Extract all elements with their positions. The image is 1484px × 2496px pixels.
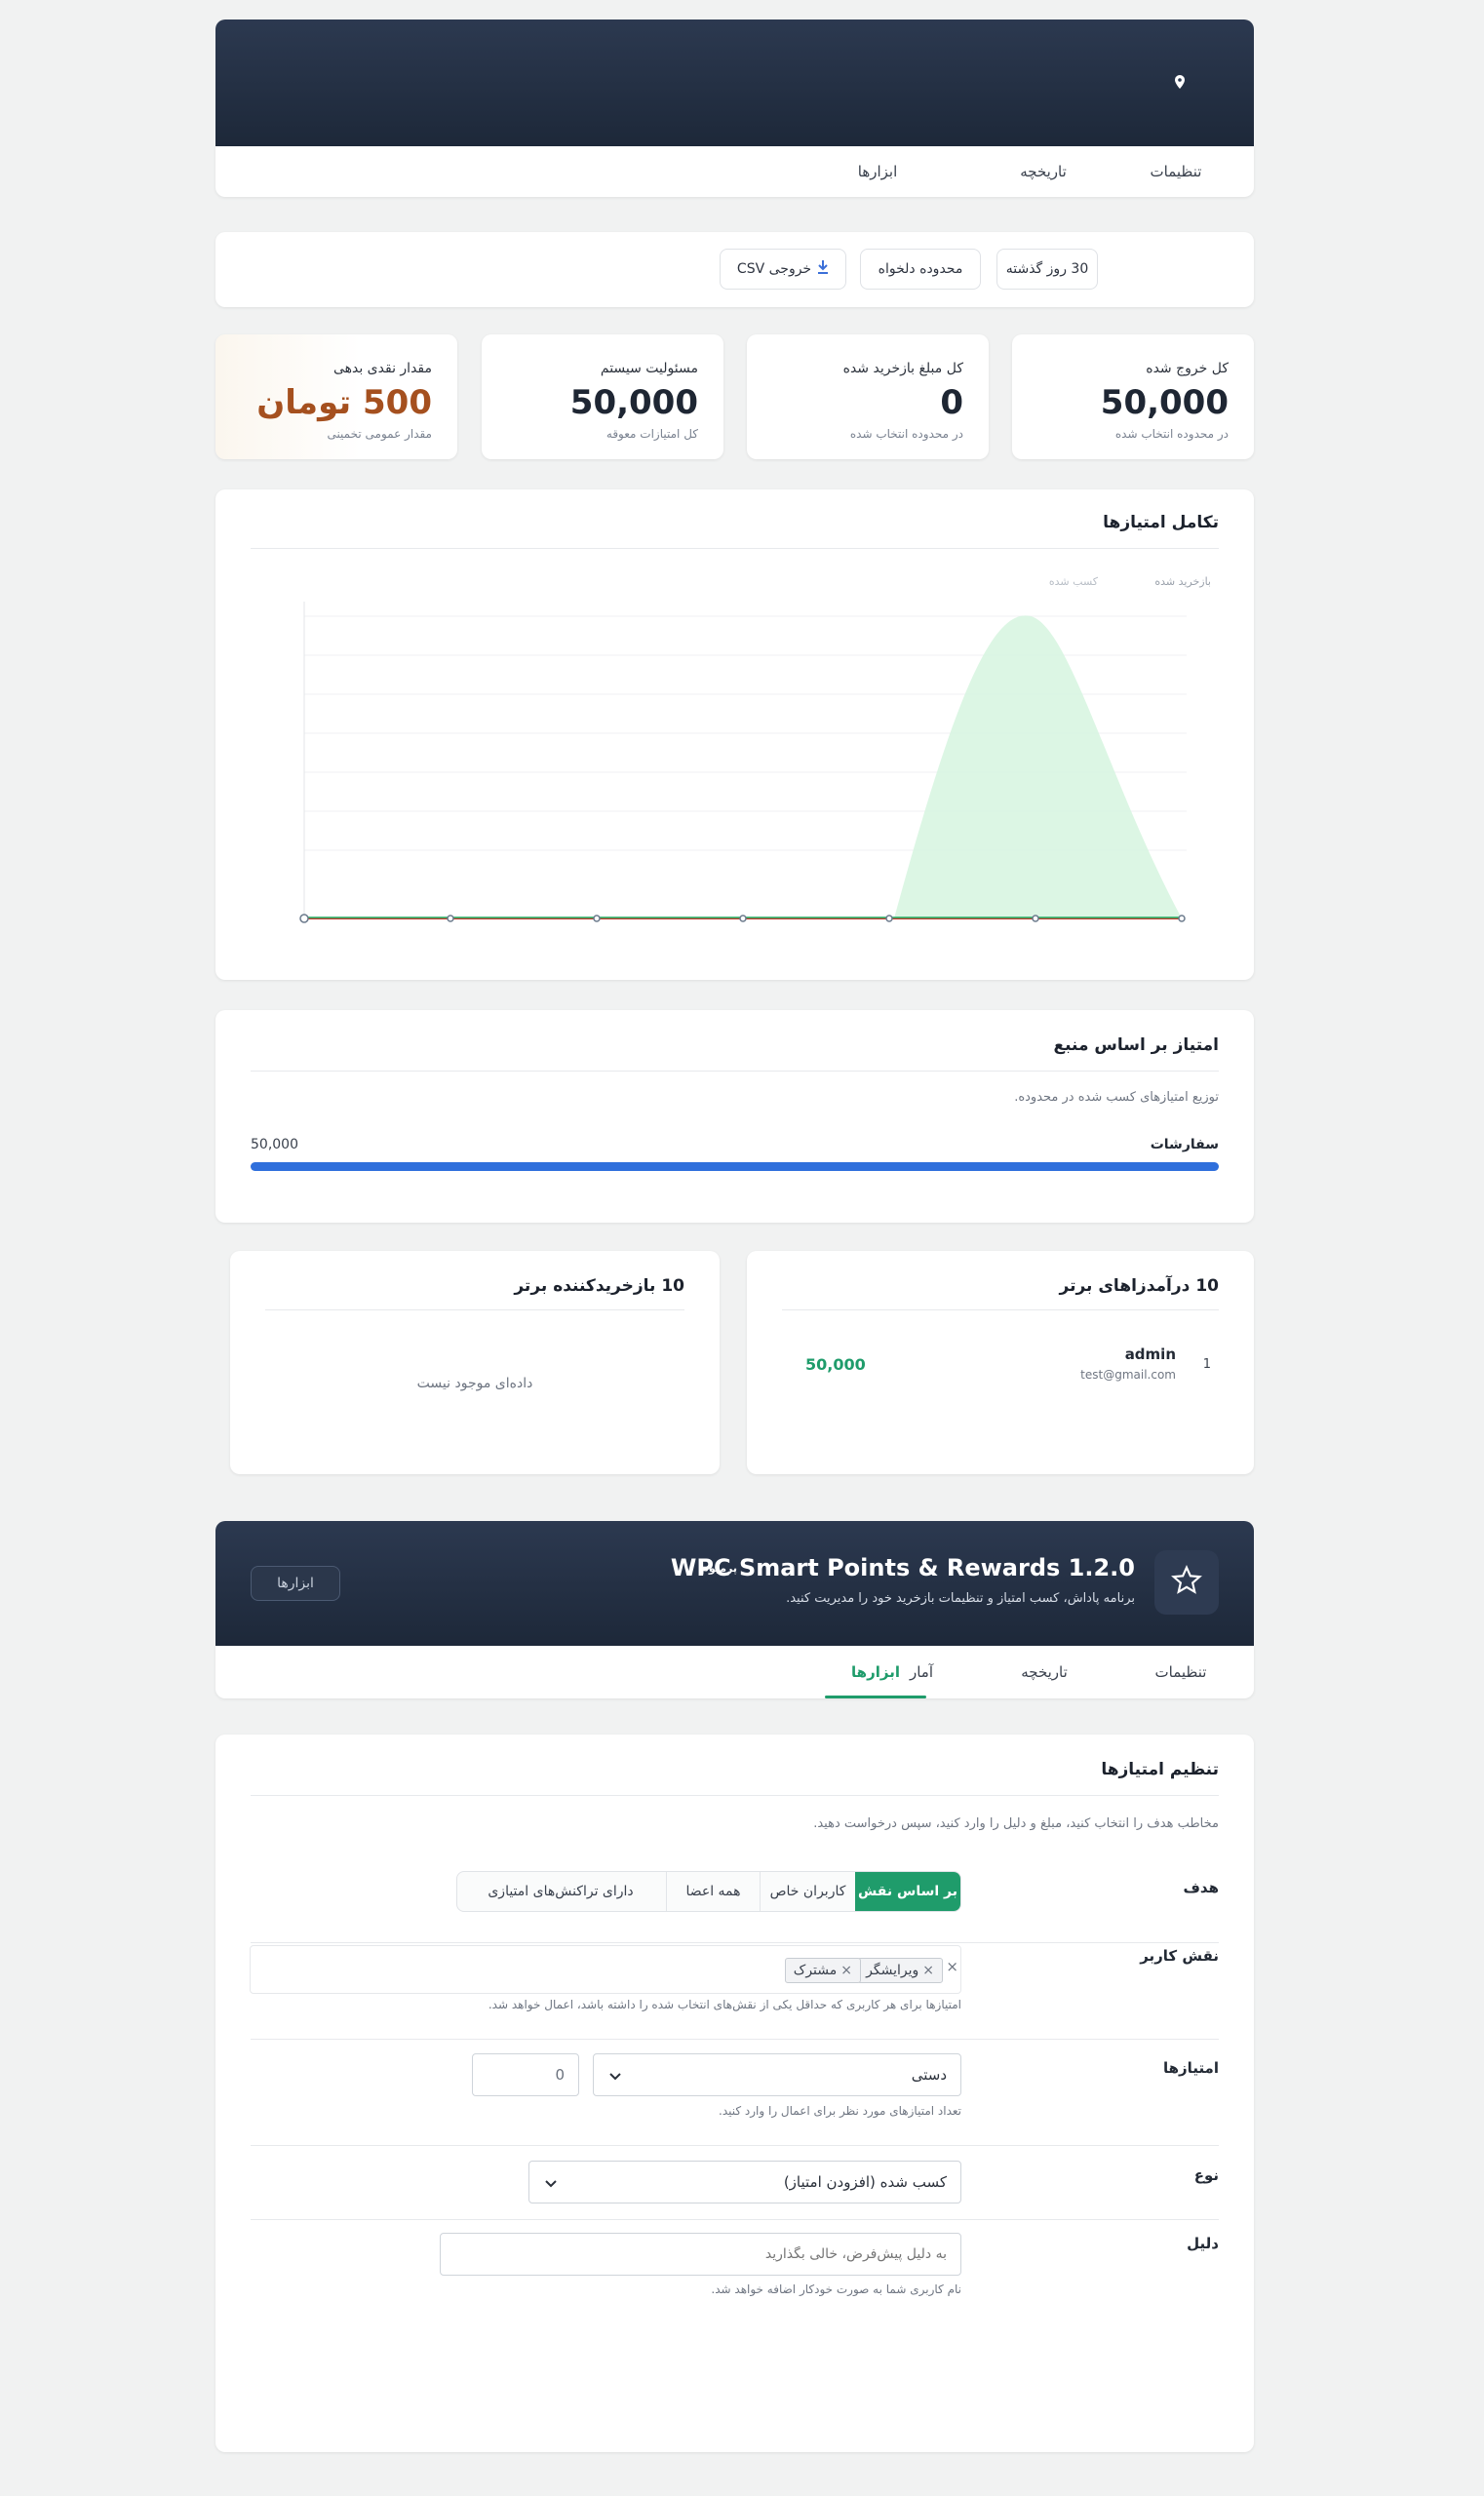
plugin-logo [1154, 1550, 1219, 1615]
custom-range-button[interactable]: محدوده دلخواه [860, 249, 981, 290]
plugin-tabbar: تنظیمات تاریخچه آمار ابزارها [215, 1646, 1254, 1698]
divider [251, 548, 1219, 549]
role-chip-subscriber: × مشترک [784, 1958, 861, 1983]
divider [251, 1942, 1219, 1943]
stat-cash-liability: مقدار نقدی بدهی 500 تومان مقدار عمومی تخ… [215, 334, 457, 459]
target-all-members[interactable]: همه اعضا [666, 1872, 760, 1911]
filter-bar: 30 روز گذشته محدوده دلخواه خروجی CSV [215, 232, 1254, 307]
user-email: test@gmail.com [1080, 1368, 1176, 1382]
evolution-chart [299, 602, 1187, 923]
user-points: 50,000 [805, 1355, 866, 1374]
points-by-source-card: امتیاز بر اساس منبع توزیع امتیازهای کسب … [215, 1010, 1254, 1223]
target-with-transactions[interactable]: دارای تراکنش‌های امتیازی [457, 1872, 666, 1911]
table-row: 1 admin test@gmail.com 50,000 [782, 1344, 1219, 1392]
reason-input[interactable] [440, 2233, 961, 2276]
type-select[interactable]: کسب شده (افزودن امتیاز) [528, 2161, 961, 2204]
range-30-days-button[interactable]: 30 روز گذشته [996, 249, 1098, 290]
divider [251, 2219, 1219, 2220]
top-tabbar: تنظیمات تاریخچه ابزارها [215, 146, 1254, 197]
source-label: سفارشات [1150, 1137, 1219, 1152]
source-bar-track [251, 1162, 1219, 1171]
section-title: تنظیم امتیازها [1101, 1760, 1219, 1779]
chevron-down-icon [607, 2068, 623, 2084]
plugin-header: WPC Smart Points & Rewards 1.2.0 پرمیوم … [215, 1521, 1254, 1646]
rank: 1 [1202, 1357, 1211, 1372]
section-title: 10 بازخریدکننده برتر [514, 1276, 684, 1296]
points-evolution-card: تکامل امتیازها بازخرید شده کسب شده [215, 489, 1254, 980]
stat-sub: در محدوده انتخاب شده [1114, 427, 1229, 441]
target-label: هدف [1183, 1879, 1220, 1896]
star-icon [1171, 1565, 1202, 1600]
empty-state: داده‌ای موجود نیست [416, 1376, 533, 1391]
role-multiselect[interactable]: × × ویرایشگر × مشترک [250, 1945, 961, 1994]
tab-tools[interactable]: ابزارها [825, 1646, 926, 1698]
divider [251, 2145, 1219, 2146]
divider [265, 1309, 684, 1310]
plugin-name: WPC Smart Points & Rewards 1.2.0 [670, 1554, 1135, 1581]
stat-value: 50,000 [569, 383, 698, 422]
tab-settings[interactable]: تنظیمات [1127, 1646, 1234, 1698]
remove-chip-icon[interactable]: × [922, 1963, 934, 1978]
tab-settings[interactable]: تنظیمات [1127, 146, 1225, 197]
user-name: admin [1124, 1346, 1176, 1363]
role-label: نقش کاربر [1140, 1947, 1219, 1965]
premium-badge: پرمیوم [700, 1562, 737, 1575]
stat-total-earned: کل خروج شده 50,000 در محدوده انتخاب شده [1012, 334, 1254, 459]
section-description: توزیع امتیازهای کسب شده در محدوده. [1014, 1090, 1219, 1105]
stat-label: مقدار نقدی بدهی [332, 361, 432, 376]
section-title: تکامل امتیازها [1103, 513, 1219, 532]
section-description: مخاطب هدف را انتخاب کنید، مبلغ و دلیل را… [813, 1816, 1219, 1831]
section-title: امتیاز بر اساس منبع [1053, 1035, 1219, 1055]
source-value: 50,000 [251, 1137, 298, 1152]
top-earners-card: 10 درآمدزاهای برتر 1 admin test@gmail.co… [747, 1251, 1254, 1474]
stat-label: کل خروج شده [1146, 361, 1229, 376]
divider [251, 1071, 1219, 1072]
remove-chip-icon[interactable]: × [840, 1963, 852, 1978]
section-title: 10 درآمدزاهای برتر [1059, 1276, 1219, 1296]
divider [782, 1309, 1219, 1310]
stat-sub: در محدوده انتخاب شده [849, 427, 963, 441]
stat-value: 50,000 [1100, 383, 1229, 422]
points-mode-select[interactable]: دستی [593, 2053, 961, 2096]
stat-system-liability: مسئولیت سیستم 50,000 کل امتیازات معوقه [482, 334, 723, 459]
export-csv-button[interactable]: خروجی CSV [720, 249, 846, 290]
stat-total-redeemed: کل مبلغ بازخرید شده 0 در محدوده انتخاب ش… [747, 334, 989, 459]
stat-label: مسئولیت سیستم [600, 361, 698, 376]
stat-sub: مقدار عمومی تخمینی [327, 427, 432, 441]
stat-value: 0 [940, 383, 963, 422]
top-redeemers-card: 10 بازخریدکننده برتر داده‌ای موجود نیست [230, 1251, 720, 1474]
stat-value: 500 تومان [256, 383, 432, 422]
divider [251, 2039, 1219, 2040]
points-amount-input[interactable]: 0 [472, 2053, 579, 2096]
target-specific-users[interactable]: کاربران خاص [760, 1872, 855, 1911]
download-icon [817, 260, 829, 278]
role-chip-editor: × ویرایشگر [857, 1958, 943, 1983]
target-segmented-control: بر اساس نقش کاربران خاص همه اعضا دارای ت… [456, 1871, 961, 1912]
tools-header-button[interactable]: ابزارها [251, 1566, 340, 1601]
target-by-role[interactable]: بر اساس نقش [855, 1872, 960, 1911]
earned-area [894, 615, 1182, 918]
top-header-banner [215, 20, 1254, 146]
chevron-down-icon [543, 2175, 559, 2191]
pin-icon [1175, 74, 1185, 89]
source-bar-fill [251, 1162, 1219, 1171]
points-help: تعداد امتیازهای مورد نظر برای اعمال را و… [719, 2104, 961, 2118]
reason-help: نام کاربری شما به صورت خودکار اضافه خواه… [711, 2282, 961, 2296]
tab-history[interactable]: تاریخچه [991, 1646, 1098, 1698]
stat-sub: کل امتیازات معوقه [605, 427, 698, 441]
points-label: امتیازها [1163, 2059, 1219, 2077]
plugin-description: برنامه پاداش، کسب امتیاز و تنظیمات بازخر… [786, 1591, 1135, 1606]
tab-tools[interactable]: ابزارها [829, 146, 926, 197]
tab-history[interactable]: تاریخچه [995, 146, 1092, 197]
divider [251, 1795, 1219, 1796]
reason-label: دلیل [1187, 2235, 1219, 2252]
adjust-points-card: تنظیم امتیازها مخاطب هدف را انتخاب کنید،… [215, 1735, 1254, 2452]
clear-all-icon[interactable]: × [946, 1958, 958, 1975]
role-help: امتیازها برای هر کاربری که حداقل یکی از … [488, 1998, 961, 2011]
stat-label: کل مبلغ بازخرید شده [842, 361, 963, 376]
type-label: نوع [1193, 2166, 1219, 2184]
